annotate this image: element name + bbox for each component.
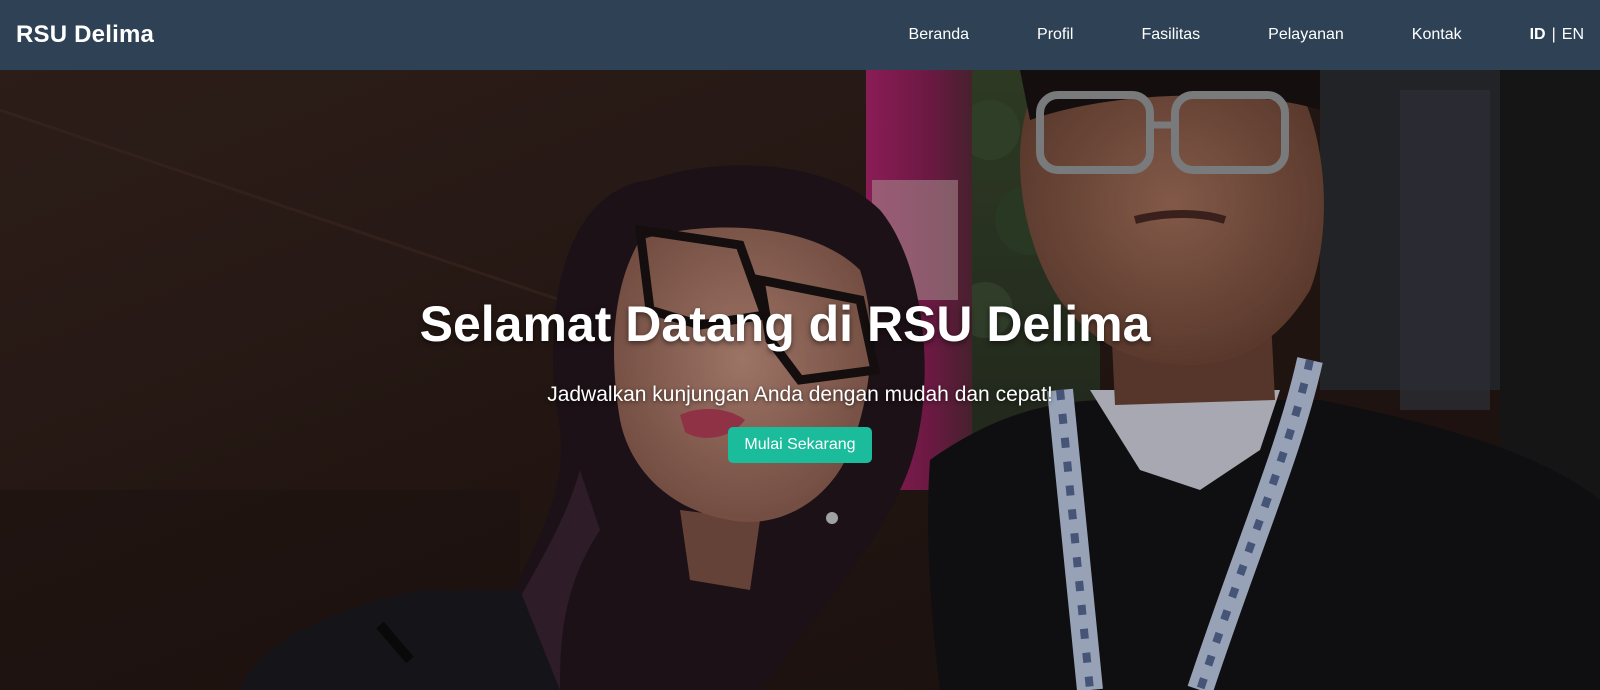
nav-link-pelayanan[interactable]: Pelayanan <box>1268 26 1344 44</box>
nav-link-fasilitas[interactable]: Fasilitas <box>1141 26 1200 44</box>
brand-logo[interactable]: RSU Delima <box>16 21 154 49</box>
start-now-button[interactable]: Mulai Sekarang <box>728 427 872 463</box>
hero-title: Selamat Datang di RSU Delima <box>419 296 1151 352</box>
navbar: RSU Delima Beranda Profil Fasilitas Pela… <box>0 0 1600 70</box>
language-switcher: ID | EN <box>1530 26 1584 44</box>
lang-separator: | <box>1551 26 1556 43</box>
hero-subtitle: Jadwalkan kunjungan Anda dengan mudah da… <box>547 383 1053 406</box>
lang-id-option[interactable]: ID <box>1530 26 1546 44</box>
nav-menu: Beranda Profil Fasilitas Pelayanan Konta… <box>909 26 1584 44</box>
hero-content: Selamat Datang di RSU Delima Jadwalkan k… <box>0 295 1600 463</box>
nav-link-kontak[interactable]: Kontak <box>1412 26 1462 44</box>
hero-section: Selamat Datang di RSU Delima Jadwalkan k… <box>0 70 1600 690</box>
lang-en-option[interactable]: EN <box>1562 26 1584 44</box>
nav-link-profil[interactable]: Profil <box>1037 26 1073 44</box>
nav-link-beranda[interactable]: Beranda <box>909 26 970 44</box>
